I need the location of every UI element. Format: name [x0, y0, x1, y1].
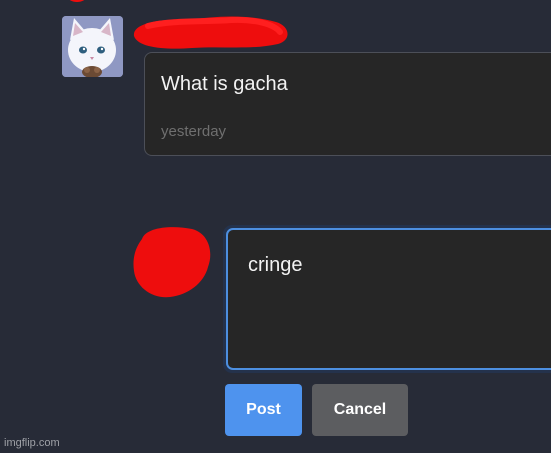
comment-text: What is gacha: [161, 73, 288, 95]
cancel-button[interactable]: Cancel: [312, 384, 408, 436]
reply-textarea[interactable]: cringe: [226, 228, 551, 370]
avatar[interactable]: [62, 16, 123, 77]
comment-card: What is gacha yesterday: [144, 52, 551, 156]
cat-avatar-icon: [62, 16, 123, 77]
comment-timestamp: yesterday: [161, 123, 227, 140]
redaction-scribble: [68, 0, 86, 2]
username-redaction: [133, 16, 288, 49]
watermark: imgflip.com: [4, 437, 60, 449]
reply-input-focus-ring: cringe: [223, 225, 551, 373]
reply-avatar-redaction: [133, 227, 211, 298]
reply-text: cringe: [248, 254, 303, 276]
post-button[interactable]: Post: [225, 384, 302, 436]
comment-thread: What is gacha yesterday cringe Post Canc…: [0, 0, 551, 453]
